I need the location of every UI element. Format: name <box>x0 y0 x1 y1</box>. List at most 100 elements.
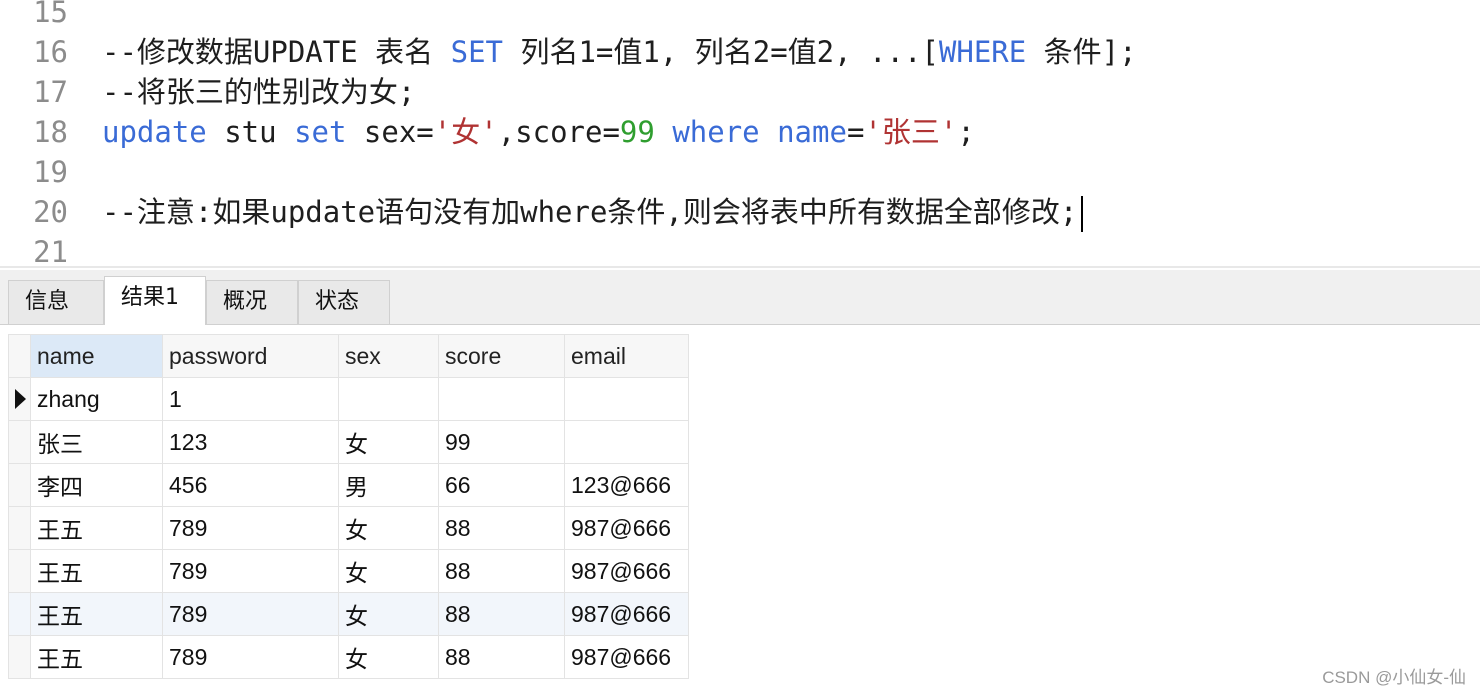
token-text: 列名1=值1, 列名2=值2, ...[ <box>503 35 939 69</box>
token-text: sex= <box>346 115 434 149</box>
result-grid[interactable]: name password sex score email zhang 1 张三 12… <box>8 334 689 679</box>
line-number: 18 <box>33 115 68 149</box>
code-text[interactable]: --注意:如果update语句没有加where条件,则会将表中所有数据全部修改; <box>102 192 1084 232</box>
cell-email[interactable]: 987@666 <box>564 549 689 593</box>
cell-sex[interactable]: 女 <box>338 635 439 679</box>
token-text: --修改数据UPDATE 表名 <box>102 35 451 69</box>
row-indicator[interactable] <box>8 506 31 550</box>
line-number: 17 <box>33 75 68 109</box>
code-line[interactable]: 15 <box>0 0 1480 32</box>
table-row[interactable]: 王五 789 女 88 987@666 <box>8 635 689 679</box>
watermark: CSDN @小仙女-仙 <box>1322 668 1466 687</box>
token-num: 99 <box>619 115 655 149</box>
token-text: --将张三的性别改为女; <box>102 75 416 109</box>
table-row[interactable]: 张三 123 女 99 <box>8 420 689 464</box>
line-number: 16 <box>33 35 68 69</box>
column-header-name[interactable]: name <box>30 334 163 378</box>
line-number: 15 <box>33 0 68 29</box>
cell-score[interactable]: 88 <box>438 635 565 679</box>
row-indicator[interactable] <box>8 549 31 593</box>
cell-name[interactable]: 李四 <box>30 463 163 507</box>
row-indicator[interactable] <box>8 420 31 464</box>
cell-password[interactable]: 1 <box>162 377 339 421</box>
cell-sex[interactable]: 女 <box>338 506 439 550</box>
row-indicator[interactable] <box>8 377 31 421</box>
cell-score[interactable] <box>438 377 565 421</box>
token-text: 条件]; <box>1026 35 1137 69</box>
cell-name[interactable]: zhang <box>30 377 163 421</box>
cell-sex[interactable]: 女 <box>338 420 439 464</box>
cell-sex[interactable]: 女 <box>338 549 439 593</box>
cell-score[interactable]: 66 <box>438 463 565 507</box>
token-kw: where <box>672 115 760 149</box>
table-row[interactable]: 王五 789 女 88 987@666 <box>8 549 689 593</box>
sql-editor[interactable]: 15 16 --修改数据UPDATE 表名 SET 列名1=值1, 列名2=值2, … <box>0 0 1480 268</box>
token-kw: SET <box>450 35 503 69</box>
token-str: '女' <box>433 115 498 149</box>
code-line[interactable]: 18 update stu set sex='女',score=99 where … <box>0 112 1480 152</box>
tab-result-1[interactable]: 结果1 <box>104 276 206 325</box>
cell-password[interactable]: 123 <box>162 420 339 464</box>
cell-sex[interactable] <box>338 377 439 421</box>
code-line[interactable]: 19 <box>0 152 1480 192</box>
token-kw: WHERE <box>938 35 1027 69</box>
tab-overview[interactable]: 概况 <box>206 280 298 324</box>
row-indicator[interactable] <box>8 635 31 679</box>
row-indicator[interactable] <box>8 592 31 636</box>
token-kw: set <box>294 115 347 149</box>
table-row[interactable]: zhang 1 <box>8 377 689 421</box>
cell-sex[interactable]: 男 <box>338 463 439 507</box>
code-line[interactable]: 20 --注意:如果update语句没有加where条件,则会将表中所有数据全部修… <box>0 192 1480 232</box>
cell-password[interactable]: 789 <box>162 592 339 636</box>
cell-name[interactable]: 王五 <box>30 549 163 593</box>
cell-email[interactable]: 987@666 <box>564 635 689 679</box>
current-row-arrow-icon <box>15 389 26 409</box>
cell-sex[interactable]: 女 <box>338 592 439 636</box>
table-row[interactable]: 王五 789 女 88 987@666 <box>8 592 689 636</box>
code-line[interactable]: 16 --修改数据UPDATE 表名 SET 列名1=值1, 列名2=值2, ..… <box>0 32 1480 72</box>
cell-email[interactable] <box>564 420 689 464</box>
cell-score[interactable]: 99 <box>438 420 565 464</box>
result-tab-bar: 信息 结果1 概况 状态 <box>0 270 1480 325</box>
cell-password[interactable]: 789 <box>162 635 339 679</box>
column-header-email[interactable]: email <box>564 334 689 378</box>
token-text: ; <box>957 115 975 149</box>
code-line[interactable]: 17 --将张三的性别改为女; <box>0 72 1480 112</box>
cell-name[interactable]: 王五 <box>30 592 163 636</box>
code-text[interactable]: --将张三的性别改为女; <box>102 72 415 112</box>
cell-password[interactable]: 789 <box>162 549 339 593</box>
tab-status[interactable]: 状态 <box>298 280 390 324</box>
token-text: ,score= <box>497 115 620 149</box>
row-indicator[interactable] <box>8 463 31 507</box>
tab-info[interactable]: 信息 <box>8 280 104 324</box>
cell-name[interactable]: 王五 <box>30 635 163 679</box>
cell-score[interactable]: 88 <box>438 592 565 636</box>
token-text: stu <box>206 115 295 149</box>
column-header-score[interactable]: score <box>438 334 565 378</box>
code-line[interactable]: 21 <box>0 232 1480 268</box>
column-header-sex[interactable]: sex <box>338 334 439 378</box>
column-header-password[interactable]: password <box>162 334 339 378</box>
token-kw: name <box>777 115 847 149</box>
code-text[interactable]: --修改数据UPDATE 表名 SET 列名1=值1, 列名2=值2, ...[… <box>102 32 1137 72</box>
cell-email[interactable] <box>564 377 689 421</box>
cell-score[interactable]: 88 <box>438 549 565 593</box>
cell-password[interactable]: 789 <box>162 506 339 550</box>
cell-name[interactable]: 王五 <box>30 506 163 550</box>
cell-email[interactable]: 987@666 <box>564 592 689 636</box>
cell-score[interactable]: 88 <box>438 506 565 550</box>
cell-password[interactable]: 456 <box>162 463 339 507</box>
code-text[interactable]: update stu set sex='女',score=99 where na… <box>102 112 975 152</box>
table-row[interactable]: 李四 456 男 66 123@666 <box>8 463 689 507</box>
line-number: 19 <box>33 155 68 189</box>
cell-email[interactable]: 123@666 <box>564 463 689 507</box>
text-caret <box>1081 196 1084 232</box>
editor-splitter[interactable] <box>0 266 1480 268</box>
cell-name[interactable]: 张三 <box>30 420 163 464</box>
line-number: 20 <box>33 195 68 229</box>
token-kw: update <box>102 115 207 149</box>
cell-email[interactable]: 987@666 <box>564 506 689 550</box>
token-str: '张三' <box>864 115 958 149</box>
table-row[interactable]: 王五 789 女 88 987@666 <box>8 506 689 550</box>
